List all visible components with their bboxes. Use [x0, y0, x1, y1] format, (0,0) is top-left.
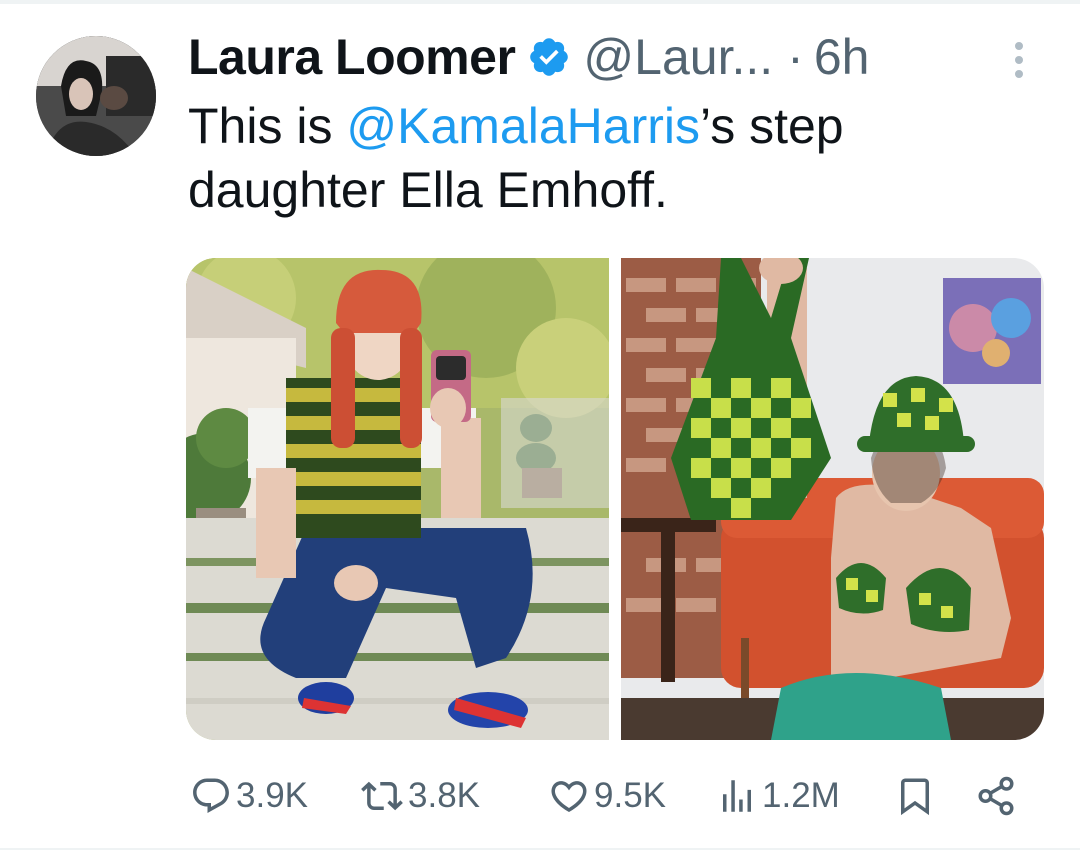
retweet-count: 3.8K	[408, 776, 480, 815]
media-gap	[609, 258, 621, 740]
views-button[interactable]: 1.2M	[716, 770, 840, 822]
separator-dot: ·	[787, 29, 804, 85]
avatar[interactable]	[36, 36, 156, 156]
tweet-text: This is @KamalaHarris’s step daughter El…	[188, 94, 1028, 222]
share-button[interactable]	[974, 770, 1018, 822]
reply-count: 3.9K	[236, 776, 308, 815]
views-chart-icon	[716, 775, 758, 817]
bookmark-icon	[894, 775, 936, 817]
author-handle[interactable]: @Laur...	[583, 28, 773, 86]
like-count: 9.5K	[594, 776, 666, 815]
timestamp[interactable]: 6h	[814, 28, 870, 86]
bookmark-button[interactable]	[894, 770, 936, 822]
author-name[interactable]: Laura Loomer	[188, 28, 516, 86]
more-vertical-icon[interactable]	[1004, 38, 1034, 82]
tweet-photo-2[interactable]	[621, 258, 1044, 740]
action-bar: 3.9K 3.8K 9.5K 1.2M	[186, 770, 1026, 822]
tweet-text-before: This is	[188, 98, 347, 154]
verified-badge-icon	[527, 35, 571, 79]
top-divider	[0, 0, 1080, 4]
tweet-header: Laura Loomer @Laur... · 6h	[188, 26, 869, 88]
reply-icon	[190, 775, 232, 817]
tweet-media	[186, 258, 1044, 740]
tweet-photo-1[interactable]	[186, 258, 609, 740]
like-button[interactable]: 9.5K	[548, 770, 666, 822]
retweet-icon	[360, 775, 404, 817]
heart-icon	[548, 775, 590, 817]
bottom-divider	[0, 848, 1080, 850]
views-count: 1.2M	[762, 776, 840, 815]
retweet-button[interactable]: 3.8K	[360, 770, 480, 822]
reply-button[interactable]: 3.9K	[190, 770, 308, 822]
mention-link[interactable]: @KamalaHarris	[346, 98, 700, 154]
avatar-image	[36, 36, 156, 156]
share-icon	[974, 775, 1018, 817]
